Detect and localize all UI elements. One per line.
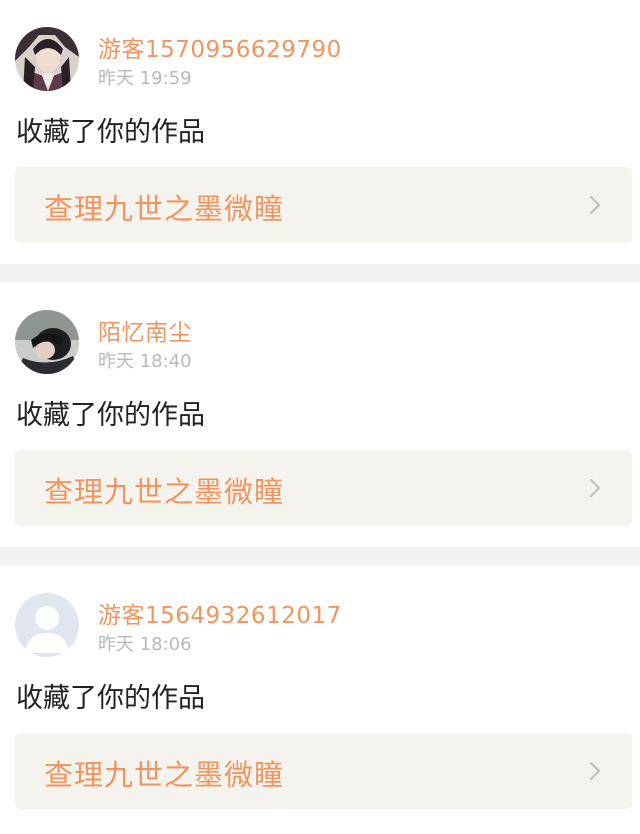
user-avatar[interactable]: [15, 593, 79, 657]
action-text: 收藏了你的作品: [16, 683, 205, 714]
chevron-right-icon: [584, 477, 606, 499]
work-title: 查理九世之墨微瞳: [44, 758, 285, 792]
chevron-right-icon: [584, 194, 606, 216]
username[interactable]: 陌忆南尘: [98, 313, 192, 347]
work-link[interactable]: 查理九世之墨微瞳: [15, 450, 632, 526]
work-link[interactable]: 查理九世之墨微瞳: [15, 733, 632, 809]
action-text: 收藏了你的作品: [16, 400, 205, 431]
user-avatar[interactable]: [15, 27, 79, 91]
action-text: 收藏了你的作品: [16, 117, 205, 148]
username[interactable]: 游客1570956629790: [98, 30, 342, 64]
default-user-avatar-icon: [15, 593, 79, 657]
photo-avatar-icon: [15, 310, 79, 374]
notification-card: 游客1570956629790 昨天 19:59 收藏了你的作品 查理九世之墨微…: [0, 0, 640, 264]
anime-character-avatar-icon: [15, 27, 79, 91]
chevron-right-icon: [584, 760, 606, 782]
work-title: 查理九世之墨微瞳: [44, 475, 285, 509]
work-link[interactable]: 查理九世之墨微瞳: [15, 167, 632, 243]
notification-card: 游客1564932612017 昨天 18:06 收藏了你的作品 查理九世之墨微…: [0, 566, 640, 834]
notification-card: 陌忆南尘 昨天 18:40 收藏了你的作品 查理九世之墨微瞳: [0, 283, 640, 547]
timestamp: 昨天 18:40: [98, 351, 192, 372]
user-avatar[interactable]: [15, 310, 79, 374]
timestamp: 昨天 18:06: [98, 634, 192, 655]
work-title: 查理九世之墨微瞳: [44, 192, 285, 226]
username[interactable]: 游客1564932612017: [98, 596, 342, 630]
timestamp: 昨天 19:59: [98, 68, 192, 89]
